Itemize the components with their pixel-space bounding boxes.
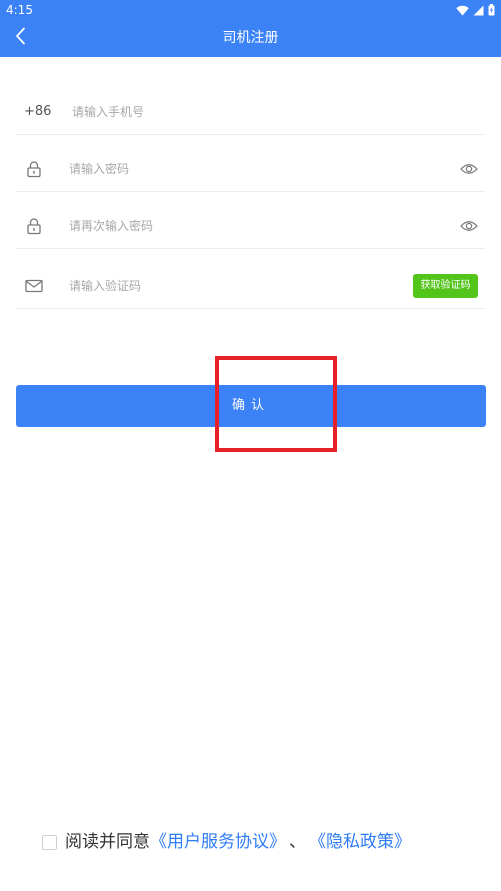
password-row xyxy=(16,147,485,192)
phone-row: +86 xyxy=(16,90,485,135)
signal-icon xyxy=(473,1,484,20)
eye-icon[interactable] xyxy=(459,217,479,235)
agreement-separator: 、 xyxy=(289,832,306,852)
agreement-prefix-text: 阅读并同意 xyxy=(65,832,150,852)
driver-registration-screen: 4:15 司机注册 +86 请输入手机号 请输入验证码 获取验证码 确认 阅读并… xyxy=(0,0,501,891)
mail-icon xyxy=(25,277,43,295)
eye-icon[interactable] xyxy=(459,160,479,178)
agreement-checkbox[interactable] xyxy=(42,834,57,850)
confirm-password-row xyxy=(16,204,485,249)
app-header: 4:15 司机注册 xyxy=(0,0,501,57)
confirm-button[interactable]: 确认 xyxy=(16,385,486,427)
agreement-row: 阅读并同意 《用户服务协议》 、 《隐私政策》 xyxy=(42,830,411,854)
country-code-prefix: +86 xyxy=(24,104,52,119)
status-icons xyxy=(456,3,495,16)
verification-row: 获取验证码 xyxy=(16,264,485,309)
status-bar: 4:15 xyxy=(0,0,501,20)
privacy-policy-link[interactable]: 《隐私政策》 xyxy=(309,831,411,853)
page-title: 司机注册 xyxy=(222,30,279,46)
phone-input[interactable] xyxy=(72,102,472,122)
lock-icon xyxy=(25,217,43,235)
verification-code-input[interactable] xyxy=(69,276,389,296)
password-input[interactable] xyxy=(69,159,439,179)
status-time: 4:15 xyxy=(6,3,33,17)
lock-icon xyxy=(25,160,43,178)
confirm-password-input[interactable] xyxy=(69,216,439,236)
nav-bar: 司机注册 xyxy=(0,20,501,57)
get-code-button[interactable]: 获取验证码 xyxy=(413,274,478,298)
user-agreement-link[interactable]: 《用户服务协议》 xyxy=(150,831,286,853)
battery-icon xyxy=(488,1,495,20)
wifi-icon xyxy=(456,1,469,20)
